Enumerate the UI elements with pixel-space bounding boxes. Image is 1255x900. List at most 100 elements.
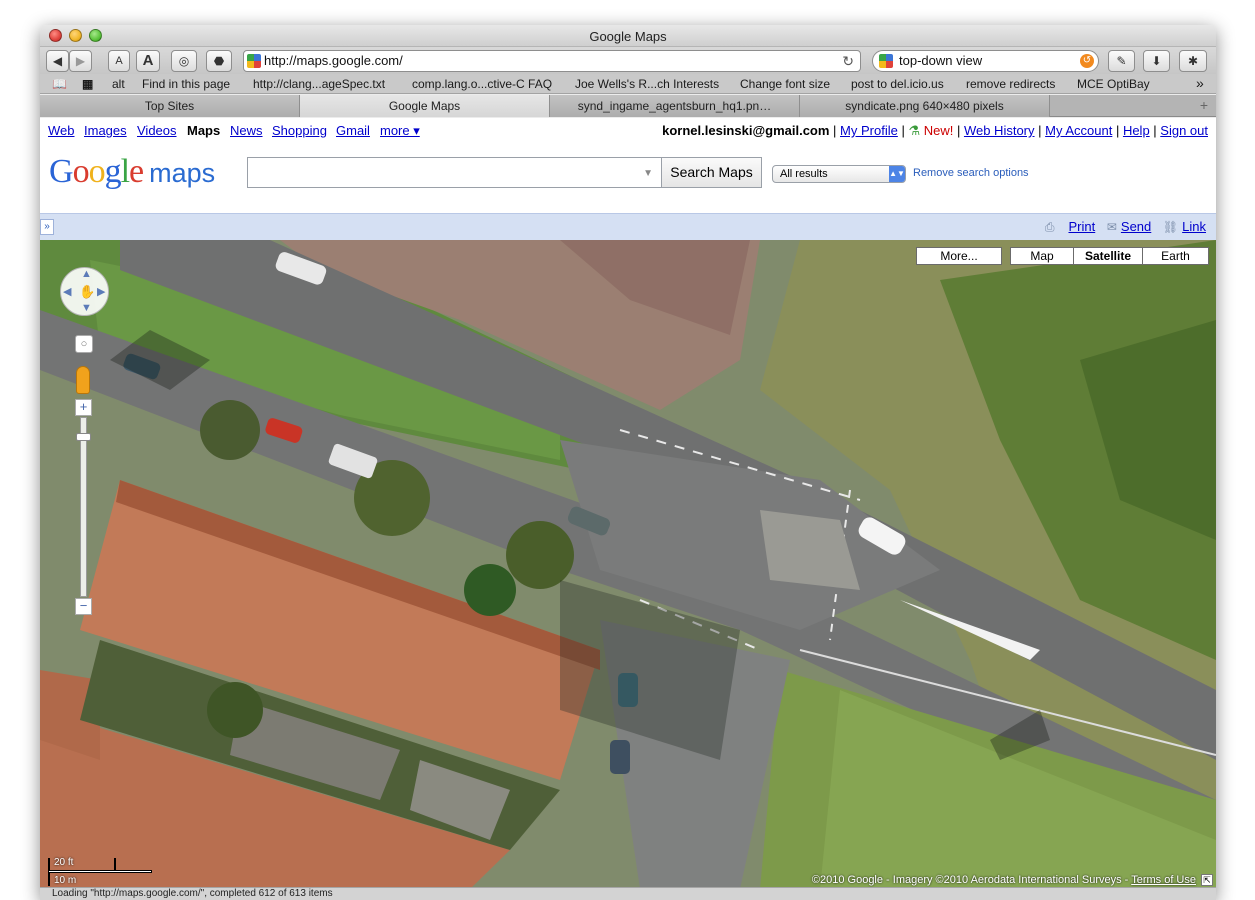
zoom-slider-handle[interactable] <box>76 433 91 441</box>
gbar-gmail-link[interactable]: Gmail <box>336 123 370 138</box>
back-button[interactable]: ◀ <box>46 50 69 72</box>
bookmark-item[interactable]: remove redirects <box>966 77 1055 91</box>
collapse-panel-icon[interactable]: » <box>40 219 54 235</box>
window-title: Google Maps <box>589 29 667 44</box>
title-bar: Google Maps <box>40 25 1216 47</box>
bookmark-item[interactable]: Joe Wells's R...ch Interests <box>575 77 719 91</box>
dropdown-arrow-icon[interactable]: ▼ <box>643 168 653 179</box>
tab-syndicate-png[interactable]: syndicate.png 640×480 pixels <box>800 95 1050 117</box>
help-link[interactable]: Help <box>1123 123 1150 138</box>
top-sites-grid-icon[interactable]: ▦ <box>82 77 93 91</box>
reload-icon[interactable]: ↻ <box>842 51 854 71</box>
bookmark-item[interactable]: comp.lang.o...ctive-C FAQ <box>412 77 552 91</box>
pan-left-icon[interactable]: ◀ <box>63 285 71 298</box>
gbar-shopping-link[interactable]: Shopping <box>272 123 327 138</box>
map-view-button[interactable]: Map <box>1010 247 1074 265</box>
overview-toggle-icon[interactable]: ⇱ <box>1201 874 1213 886</box>
text-smaller-button[interactable]: A <box>108 50 130 72</box>
desktop: Google Maps ◀ ▶ A A ◎ ⬣ http://maps.goog… <box>0 0 1255 900</box>
new-label: New! <box>923 123 954 138</box>
new-tab-icon[interactable]: + <box>1200 97 1208 113</box>
gbar-web-link[interactable]: Web <box>48 123 75 138</box>
pencil-icon: ✎ <box>1116 54 1127 68</box>
scale-line <box>48 870 152 873</box>
select-arrows-icon: ▲▼ <box>889 166 905 182</box>
my-profile-link[interactable]: My Profile <box>840 123 898 138</box>
bookmarks-overflow-icon[interactable]: » <box>1196 75 1204 91</box>
bookmarks-book-icon[interactable]: 📖 <box>52 77 67 91</box>
address-text: http://maps.google.com/ <box>264 53 403 68</box>
gbar-images-link[interactable]: Images <box>84 123 127 138</box>
adblock-icon: ⬣ <box>213 54 225 68</box>
gbar-maps-current: Maps <box>187 123 221 138</box>
google-favicon-icon <box>247 54 261 68</box>
bookmark-item[interactable]: Change font size <box>740 77 830 91</box>
account-links: kornel.lesinski@gmail.com | My Profile |… <box>662 123 1208 138</box>
minus-icon: − <box>79 598 88 613</box>
bookmark-item[interactable]: MCE OptiBay <box>1077 77 1150 91</box>
adblock-button[interactable]: ⬣ <box>206 50 232 72</box>
satellite-view-button[interactable]: Satellite <box>1073 247 1143 265</box>
hand-icon: ✋ <box>79 284 96 299</box>
download-icon: ⬇ <box>1151 54 1162 68</box>
bookmark-item[interactable]: post to del.icio.us <box>851 77 944 91</box>
more-layers-button[interactable]: More... <box>916 247 1002 265</box>
text-bigger-button[interactable]: A <box>136 50 160 72</box>
downloads-button[interactable]: ⬇ <box>1143 50 1170 72</box>
sign-out-link[interactable]: Sign out <box>1160 123 1208 138</box>
tab-top-sites[interactable]: Top Sites <box>40 95 300 117</box>
send-link[interactable]: Send <box>1121 219 1151 234</box>
map-action-strip: » ⎙ Print ✉ Send ⛓ Link <box>40 213 1216 240</box>
pan-up-icon[interactable]: ▲ <box>81 268 92 280</box>
clear-search-icon[interactable]: ↺ <box>1080 54 1094 68</box>
terms-of-use-link[interactable]: Terms of Use <box>1131 874 1196 886</box>
zoom-slider-track[interactable] <box>80 417 87 597</box>
edit-button[interactable]: ✎ <box>1108 50 1135 72</box>
gbar-more-link[interactable]: more ▾ <box>380 123 420 139</box>
printer-icon: ⎙ <box>1044 220 1055 234</box>
labs-flask-icon: ⚗ <box>908 123 921 138</box>
debug-button[interactable]: ✱ <box>1179 50 1207 72</box>
forward-arrow-icon: ▶ <box>75 54 86 68</box>
search-query-text: top-down view <box>899 53 983 68</box>
print-link[interactable]: Print <box>1068 219 1095 234</box>
bookmark-item[interactable]: alt <box>112 77 125 91</box>
results-filter-select[interactable]: All results ▲▼ <box>772 165 906 183</box>
map-scale: 20 ft 10 m <box>48 856 152 887</box>
bookmark-item[interactable]: http://clang...ageSpec.txt <box>253 77 385 91</box>
satellite-map[interactable]: More... Map Satellite Earth ▲ ◀ ✋ ▶ ▼ ○ … <box>40 240 1216 889</box>
snapback-button[interactable]: ◎ <box>171 50 197 72</box>
reset-view-button[interactable]: ○ <box>75 335 93 353</box>
tab-google-maps[interactable]: Google Maps <box>300 95 550 117</box>
plus-icon: + <box>79 399 88 414</box>
web-history-link[interactable]: Web History <box>964 123 1035 138</box>
search-maps-button[interactable]: Search Maps <box>661 157 762 188</box>
scale-feet-label: 20 ft <box>54 857 74 868</box>
bookmark-item[interactable]: Find in this page <box>142 77 230 91</box>
link-link[interactable]: Link <box>1182 219 1206 234</box>
browser-toolbar: ◀ ▶ A A ◎ ⬣ http://maps.google.com/ ↻ to… <box>40 47 1216 74</box>
pan-control[interactable]: ▲ ◀ ✋ ▶ ▼ <box>60 267 109 316</box>
tab-synd-ingame[interactable]: synd_ingame_agentsburn_hq1.pn… <box>550 95 800 117</box>
remove-search-options-link[interactable]: Remove search options <box>913 167 1029 179</box>
gbar-news-link[interactable]: News <box>230 123 263 138</box>
address-bar[interactable]: http://maps.google.com/ ↻ <box>243 50 861 72</box>
circle-icon: ○ <box>80 338 88 350</box>
pan-right-icon[interactable]: ▶ <box>97 285 105 298</box>
forward-button[interactable]: ▶ <box>69 50 92 72</box>
earth-view-button[interactable]: Earth <box>1142 247 1209 265</box>
google-maps-logo[interactable]: Google maps <box>49 153 215 191</box>
status-bar: Loading "http://maps.google.com/", compl… <box>40 887 1216 900</box>
maps-search-input[interactable]: ▼ <box>247 157 662 188</box>
envelope-icon: ✉ <box>1106 220 1117 234</box>
results-filter-value: All results <box>780 168 828 180</box>
map-actions: ⎙ Print ✉ Send ⛓ Link <box>1037 219 1206 235</box>
pan-down-icon[interactable]: ▼ <box>81 302 92 314</box>
zoom-in-button[interactable]: + <box>75 399 92 416</box>
gbar-videos-link[interactable]: Videos <box>137 123 177 138</box>
my-account-link[interactable]: My Account <box>1045 123 1112 138</box>
map-copyright: ©2010 Google - Imagery ©2010 Aerodata In… <box>812 874 1196 886</box>
web-search-field[interactable]: top-down view ↺ <box>872 50 1099 72</box>
zoom-out-button[interactable]: − <box>75 598 92 615</box>
street-view-pegman-icon[interactable] <box>76 366 90 394</box>
